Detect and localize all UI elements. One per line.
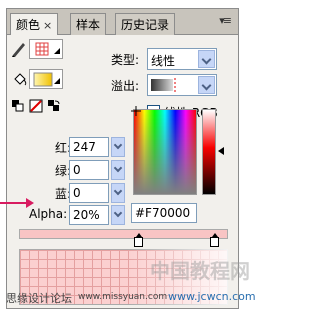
tab-swatches-label: 样本 [76,18,101,32]
no-color-grid-icon [35,42,60,56]
default-colors-icon[interactable] [11,99,25,113]
stroke-color-swatch[interactable] [29,39,63,59]
gradient-stop-left[interactable] [134,233,143,247]
type-label: 类型: [111,53,140,67]
annotation-arrow-icon [26,198,34,208]
alpha-input[interactable]: 20% [69,205,109,225]
tab-close-icon[interactable]: × [43,19,52,32]
no-color-icon[interactable] [29,99,43,113]
watermark-url-left: www.missyuan.com [78,292,168,302]
watermark-forum: 思缘设计论坛 [6,292,72,305]
fill-type-select[interactable]: 线性 [147,48,217,70]
blue-input[interactable]: 0 [69,183,109,203]
gradient-preview-bar [19,229,228,239]
tab-history[interactable]: 历史记录 [115,13,176,35]
color-spectrum[interactable] [133,109,197,195]
green-input[interactable]: 0 [69,160,109,180]
overflow-label: 溢出: [111,79,140,93]
red-dropdown-icon[interactable] [111,137,125,157]
alpha-label: Alpha: [29,207,68,221]
hex-input[interactable]: #F70000 [131,203,197,223]
stroke-pencil-icon [12,43,25,57]
gradient-stop-right[interactable] [210,233,219,247]
watermark-logo: 中国教程网 [150,259,250,283]
swap-colors-icon[interactable] [47,99,61,113]
fill-type-value: 线性 [151,54,176,68]
tab-swatches[interactable]: 样本 [70,13,107,35]
annotation-arrow-line [0,202,28,204]
watermark-url-right: www.jcwcn.com [168,290,256,303]
paint-bucket-icon [14,73,27,86]
overflow-preview-icon [151,78,176,92]
tab-color-label: 颜色 [16,18,41,32]
green-dropdown-icon[interactable] [111,160,125,180]
spectrum-crosshair-icon [131,106,141,116]
tab-history-label: 历史记录 [121,18,170,32]
chevron-down-icon [198,76,215,94]
brightness-marker-icon[interactable] [218,147,224,155]
tab-bar: 颜色 × 样本 历史记录 ▾≡ [7,9,238,36]
red-input[interactable]: 247 [69,137,109,157]
fill-color-swatch[interactable] [29,69,63,89]
tab-color[interactable]: 颜色 × [10,13,59,36]
gradient-fill-preview [33,72,60,87]
brightness-slider[interactable] [202,109,216,195]
overflow-select[interactable] [147,74,217,96]
blue-dropdown-icon[interactable] [111,183,125,203]
alpha-dropdown-icon[interactable] [111,205,125,225]
panel-menu-icon[interactable]: ▾≡ [219,14,232,27]
chevron-down-icon [198,50,215,68]
